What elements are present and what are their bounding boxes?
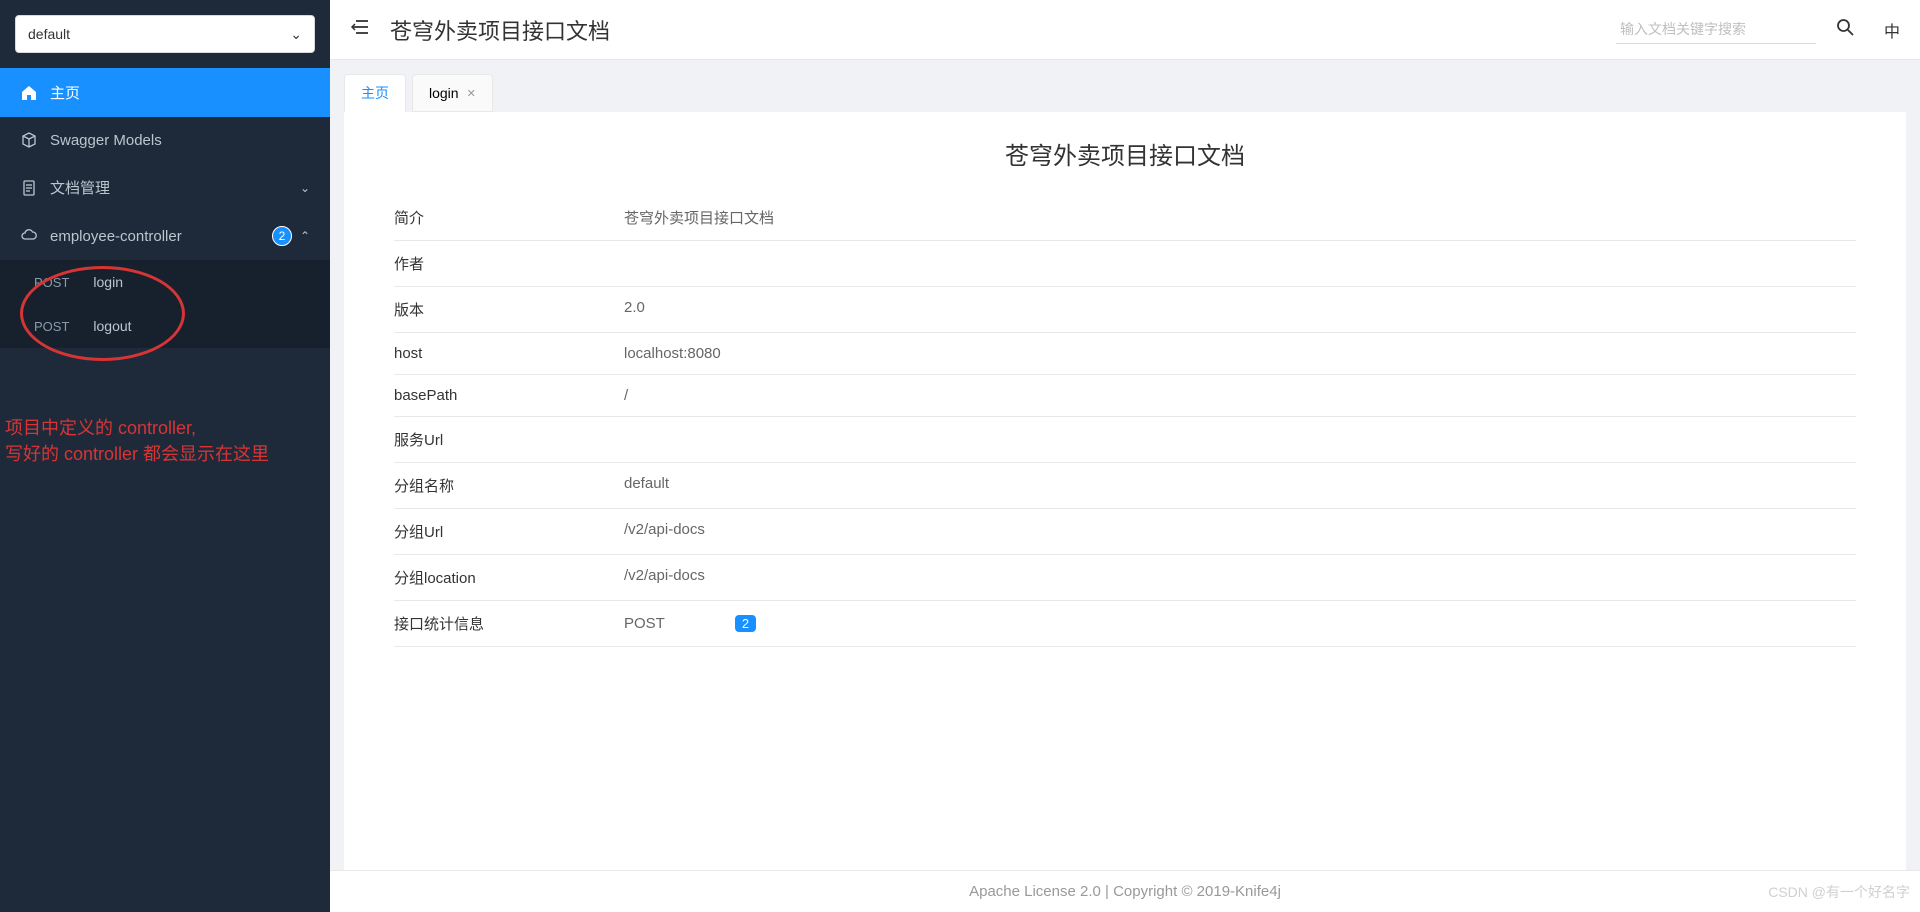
sidebar-item-label: employee-controller: [50, 228, 182, 245]
tab-label: 主页: [361, 83, 389, 103]
search-icon[interactable]: [1836, 18, 1854, 41]
stat-count-badge: 2: [735, 615, 756, 632]
footer: Apache License 2.0 | Copyright © 2019-Kn…: [330, 870, 1920, 912]
document-icon: [20, 179, 38, 197]
dropdown-value: default: [28, 26, 70, 42]
watermark: CSDN @有一个好名字: [1768, 882, 1910, 902]
sidebar-item-label: Swagger Models: [50, 132, 162, 149]
sidebar-item-employee-controller[interactable]: employee-controller 2 ⌃: [0, 212, 330, 260]
table-row: hostlocalhost:8080: [394, 333, 1856, 375]
collapse-sidebar-icon[interactable]: [350, 17, 370, 43]
info-label: 简介: [394, 207, 624, 228]
page-title: 苍穹外卖项目接口文档: [390, 14, 1596, 46]
table-row: 分组location/v2/api-docs: [394, 555, 1856, 601]
close-icon[interactable]: ✕: [467, 87, 476, 100]
tab-label: login: [429, 85, 459, 101]
table-row: 服务Url: [394, 417, 1856, 463]
api-item-logout[interactable]: POST logout: [0, 304, 330, 348]
tab-home[interactable]: 主页: [344, 74, 406, 112]
info-label: 接口统计信息: [394, 613, 624, 634]
sidebar-item-label: 主页: [50, 82, 80, 103]
cube-icon: [20, 131, 38, 149]
info-value: [624, 253, 1856, 274]
language-toggle[interactable]: 中: [1884, 18, 1900, 42]
sidebar-item-doc-manage[interactable]: 文档管理 ⌄: [0, 163, 330, 212]
info-value: [624, 429, 1856, 450]
table-row-stats: 接口统计信息 POST 2: [394, 601, 1856, 647]
table-row: 版本2.0: [394, 287, 1856, 333]
api-name: login: [93, 274, 123, 290]
info-value: localhost:8080: [624, 345, 1856, 362]
table-row: basePath/: [394, 375, 1856, 417]
home-icon: [20, 84, 38, 102]
info-label: 分组location: [394, 567, 624, 588]
group-dropdown[interactable]: default ⌄: [15, 15, 315, 53]
count-badge: 2: [272, 226, 292, 246]
chevron-down-icon: ⌄: [300, 181, 310, 195]
info-label: 分组名称: [394, 475, 624, 496]
method-label: POST: [34, 275, 69, 290]
info-label: 分组Url: [394, 521, 624, 542]
info-value: /v2/api-docs: [624, 521, 1856, 542]
info-table: 简介苍穹外卖项目接口文档 作者 版本2.0 hostlocalhost:8080…: [344, 195, 1906, 647]
sub-items: POST login POST logout: [0, 260, 330, 348]
info-label: basePath: [394, 387, 624, 404]
search-input[interactable]: [1616, 15, 1816, 44]
info-label: 版本: [394, 299, 624, 320]
stat-value: POST 2: [624, 613, 1856, 634]
table-row: 分组名称default: [394, 463, 1856, 509]
annotation-text: 项目中定义的 controller, 写好的 controller 都会显示在这…: [5, 415, 269, 467]
info-value: /: [624, 387, 1856, 404]
method-label: POST: [34, 319, 69, 334]
doc-title: 苍穹外卖项目接口文档: [344, 112, 1906, 195]
chevron-down-icon: ⌄: [290, 26, 302, 43]
content-panel: 苍穹外卖项目接口文档 简介苍穹外卖项目接口文档 作者 版本2.0 hostloc…: [344, 112, 1906, 870]
info-value: 苍穹外卖项目接口文档: [624, 207, 1856, 228]
info-label: host: [394, 345, 624, 362]
api-item-login[interactable]: POST login: [0, 260, 330, 304]
sidebar-item-label: 文档管理: [50, 177, 110, 198]
table-row: 作者: [394, 241, 1856, 287]
sidebar-item-swagger-models[interactable]: Swagger Models: [0, 117, 330, 163]
table-row: 简介苍穹外卖项目接口文档: [394, 195, 1856, 241]
tab-login[interactable]: login ✕: [412, 74, 493, 112]
table-row: 分组Url/v2/api-docs: [394, 509, 1856, 555]
sidebar-item-home[interactable]: 主页: [0, 68, 330, 117]
stat-method: POST: [624, 615, 665, 632]
info-value: /v2/api-docs: [624, 567, 1856, 588]
chevron-up-icon: ⌃: [300, 229, 310, 243]
info-value: 2.0: [624, 299, 1856, 320]
tabs-bar: 主页 login ✕: [330, 60, 1920, 112]
cloud-icon: [20, 227, 38, 245]
api-name: logout: [93, 318, 131, 334]
info-label: 服务Url: [394, 429, 624, 450]
dropdown-wrapper: default ⌄: [0, 0, 330, 68]
info-value: default: [624, 475, 1856, 496]
header: 苍穹外卖项目接口文档 中: [330, 0, 1920, 60]
main-area: 苍穹外卖项目接口文档 中 主页 login ✕ 苍穹外卖项目接口文档 简介苍穹外…: [330, 0, 1920, 912]
info-label: 作者: [394, 253, 624, 274]
